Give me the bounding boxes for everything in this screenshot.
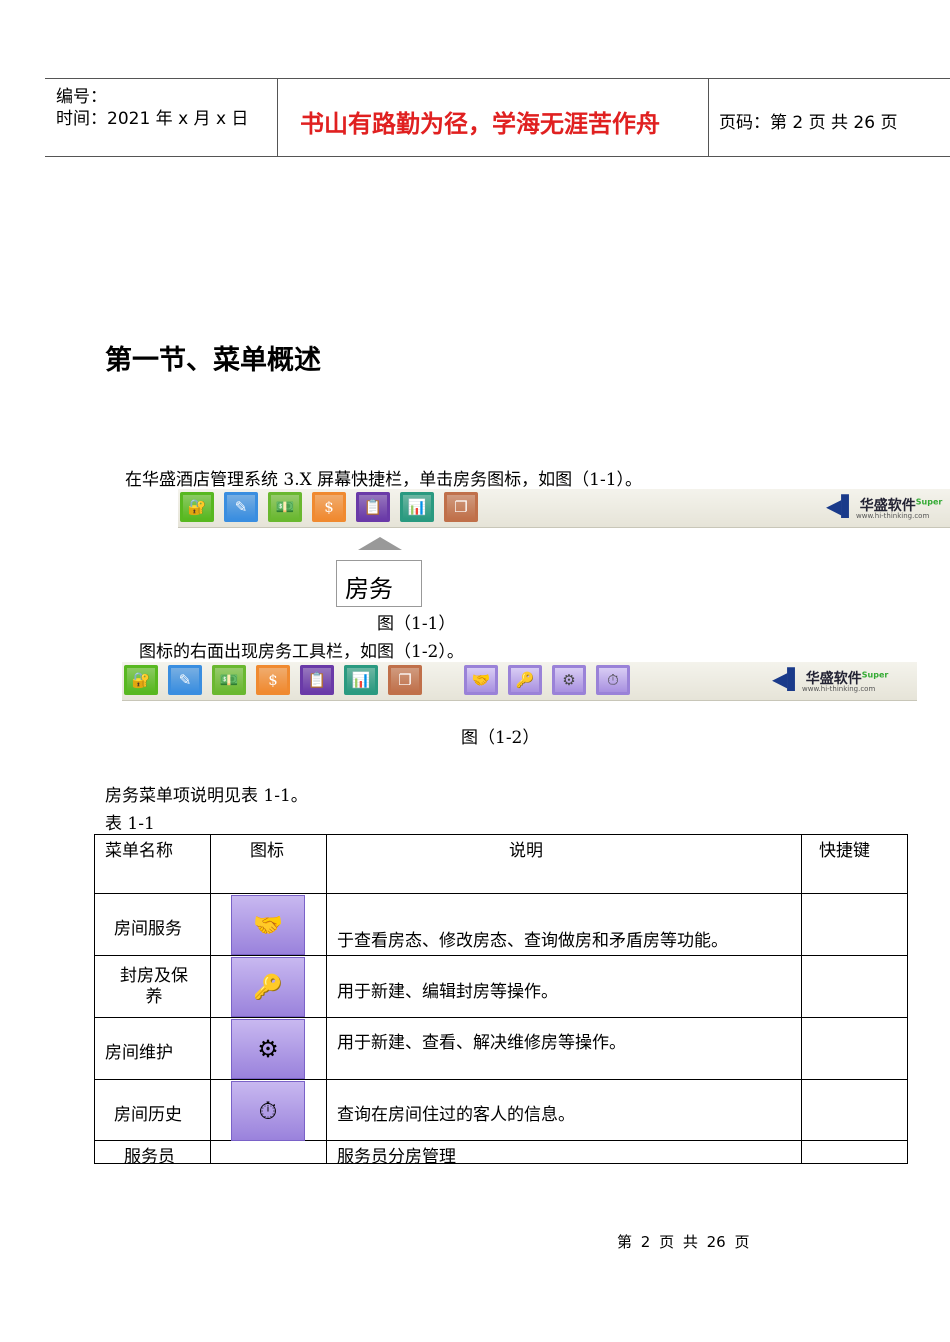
section-title: 第一节、菜单概述 [105,345,321,376]
column-header: 快捷键 [819,841,870,861]
money-stack-icon[interactable]: 💵 [268,492,302,522]
figure-caption: 图（1-2） [461,728,540,748]
paragraph: 图标的右面出现房务工具栏，如图（1-2）。 [139,642,464,662]
callout-arrow-icon [358,537,402,550]
menu-description: 用于新建、查看、解决维修房等操作。 [337,1033,626,1053]
table-rule [801,834,802,1164]
room-service-toolbar: ◀▌ 华盛软件Super www.hi-thinking.com 🔐 ✎ 💵 $ 📋 📊 ❐ 🤝 🔑… [122,662,917,701]
table-label: 表 1-1 [105,814,155,834]
paragraph: 房务菜单项说明见表 1-1。 [105,786,308,806]
lock-key-icon[interactable]: 🔐 [180,492,214,522]
header-divider [708,78,709,156]
edit-icon[interactable]: ✎ [224,492,258,522]
windows-icon[interactable]: ❐ [388,665,422,695]
doc-time-label: 时间：2021 年 x 月 x 日 [56,109,249,129]
document-page: 编号： 时间：2021 年 x 月 x 日 书山有路勤为径，学海无涯苦作舟 页码… [0,0,950,1342]
page-footer: 第 2 页 共 26 页 [617,1233,750,1251]
table-rule [94,834,95,1164]
figure-caption: 图（1-1） [377,614,456,634]
menu-name: 房间维护 [105,1043,173,1063]
header-page-label: 页码：第 2 页 共 26 页 [719,113,898,133]
table-rule [94,955,908,956]
paragraph: 在华盛酒店管理系统 3.X 屏幕快捷栏，单击房务图标，如图（1-1）。 [125,470,643,490]
main-shortcut-toolbar: ◀▌ 华盛软件Super www.hi-thinking.com 🔐 ✎ 💵 $ 📋 📊 ❐ [178,489,950,528]
column-header: 菜单名称 [105,841,173,861]
column-header: 图标 [250,841,284,861]
room-maintenance-icon: ⚙ [231,1019,305,1079]
callout-box: 房务 [336,560,422,607]
housekeeping-icon[interactable]: 📋 [356,492,390,522]
menu-name: 房间历史 [114,1105,182,1125]
menu-name: 封房及保养 [120,966,188,1007]
room-service-icon[interactable]: 🤝 [464,665,498,695]
billing-icon[interactable]: $ [312,492,346,522]
header-top-rule [45,78,950,79]
report-chart-icon[interactable]: 📊 [400,492,434,522]
edit-icon[interactable]: ✎ [168,665,202,695]
menu-description: 查询在房间住过的客人的信息。 [337,1105,575,1125]
room-seal-icon: 🔑 [231,957,305,1017]
menu-name: 房间服务 [114,919,182,939]
header-motto: 书山有路勤为径，学海无涯苦作舟 [300,110,660,138]
table-rule [907,834,908,1164]
header-divider [277,78,278,156]
table-rule [94,1140,908,1141]
room-service-icon: 🤝 [231,895,305,955]
money-stack-icon[interactable]: 💵 [212,665,246,695]
room-seal-icon[interactable]: 🔑 [508,665,542,695]
table-rule [94,1079,908,1080]
menu-description: 用于新建、编辑封房等操作。 [337,982,558,1002]
room-maintenance-icon[interactable]: ⚙ [552,665,586,695]
hi-thinking-logo: ◀▌ 华盛软件Super www.hi-thinking.com [772,667,889,693]
table-rule [94,1163,908,1164]
header-bottom-rule [45,156,950,157]
column-header: 说明 [509,841,543,861]
lock-key-icon[interactable]: 🔐 [124,665,158,695]
table-rule [94,834,908,835]
table-rule [94,893,908,894]
billing-icon[interactable]: $ [256,665,290,695]
windows-icon[interactable]: ❐ [444,492,478,522]
report-chart-icon[interactable]: 📊 [344,665,378,695]
menu-description: 于查看房态、修改房态、查询做房和矛盾房等功能。 [337,931,728,951]
hi-thinking-logo: ◀▌ 华盛软件Super www.hi-thinking.com [826,494,943,520]
table-rule [94,1017,908,1018]
room-history-icon: ⏱ [231,1081,305,1141]
room-history-icon[interactable]: ⏱ [596,665,630,695]
table-rule [326,834,327,1164]
housekeeping-icon[interactable]: 📋 [300,665,334,695]
table-rule [210,834,211,1164]
